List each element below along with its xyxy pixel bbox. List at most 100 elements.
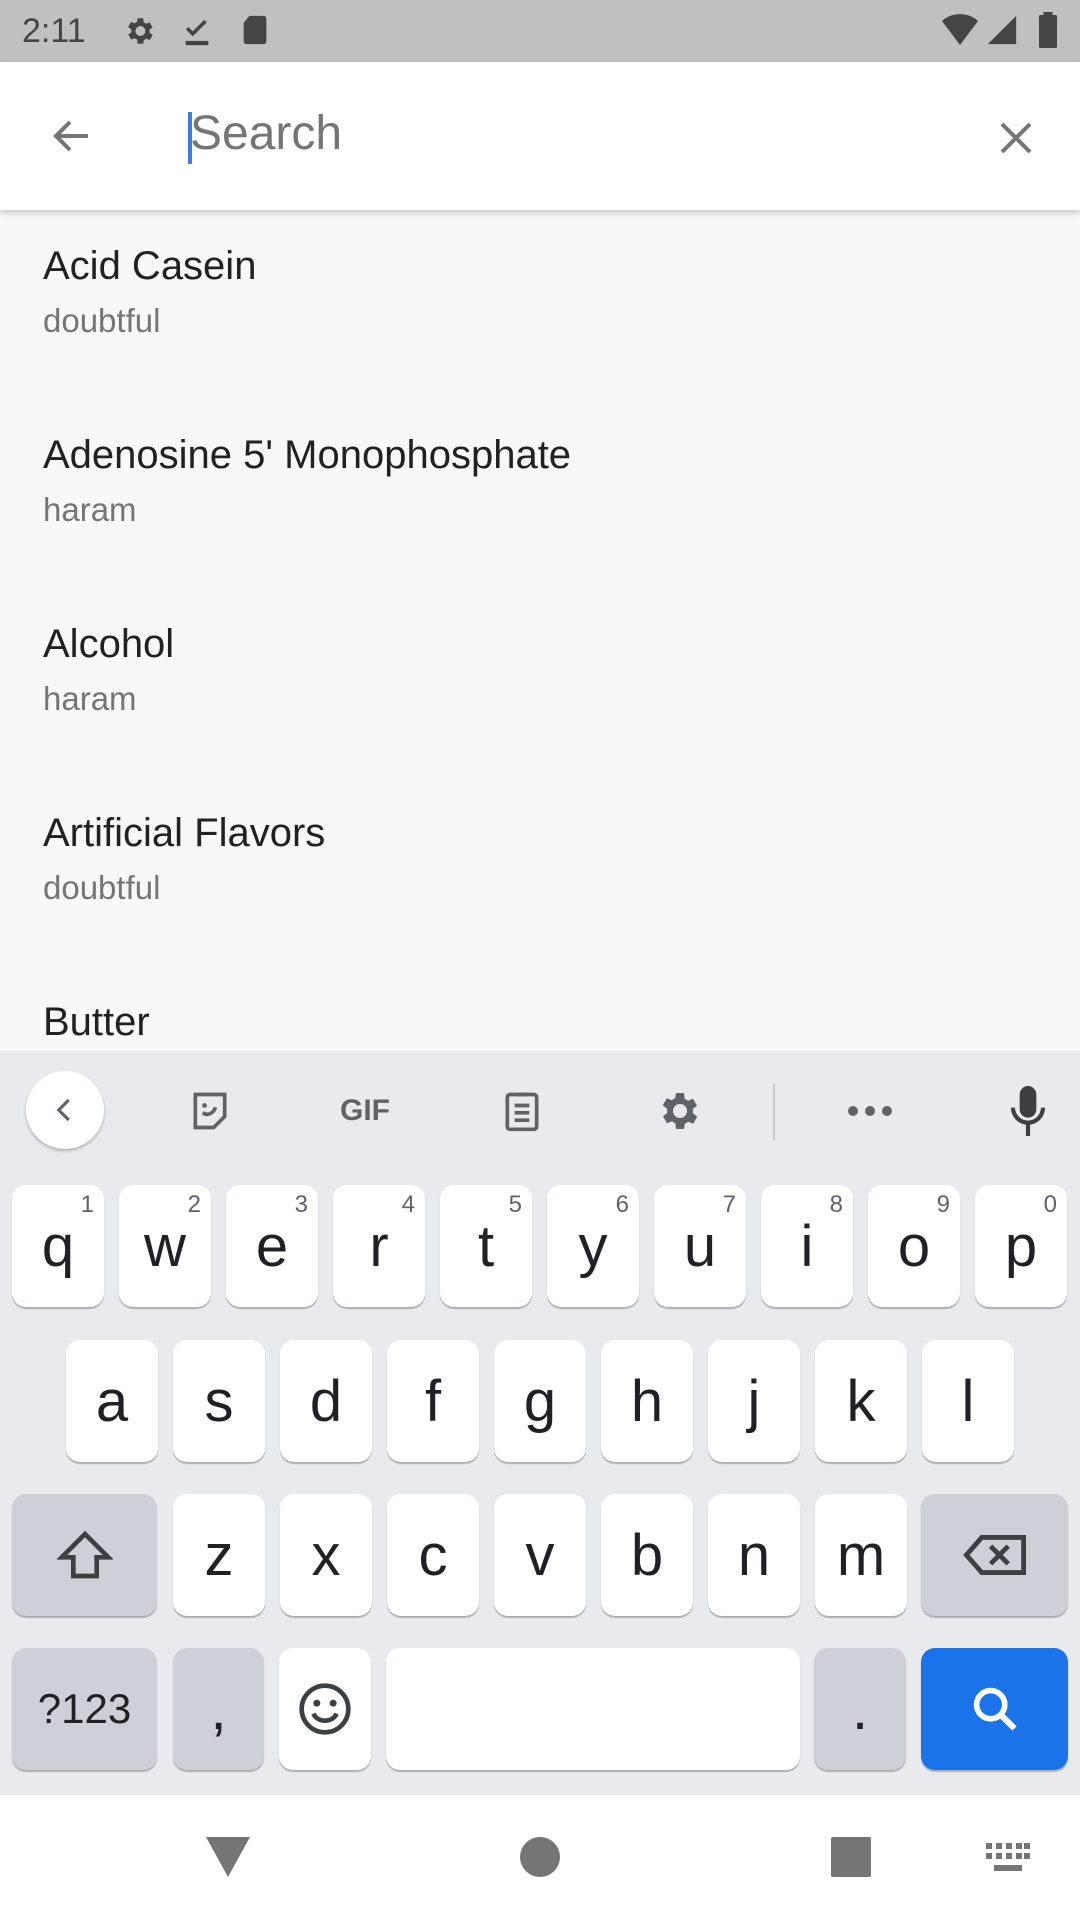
key-label: t	[477, 1213, 495, 1279]
shift-icon	[56, 1530, 113, 1579]
wifi-icon	[942, 14, 978, 46]
shift-key[interactable]	[12, 1494, 157, 1616]
key-e[interactable]: e3	[226, 1185, 318, 1307]
sticker-icon[interactable]	[180, 1081, 240, 1141]
key-label: l	[961, 1368, 975, 1434]
emoji-icon	[299, 1683, 351, 1735]
list-item[interactable]: Acid Casein doubtful	[0, 210, 1080, 399]
key-k[interactable]: k	[815, 1340, 907, 1462]
key-i[interactable]: i8	[761, 1185, 853, 1307]
key-w[interactable]: w2	[119, 1185, 211, 1307]
key-label: d	[309, 1368, 343, 1434]
item-title: Adenosine 5' Monophosphate	[43, 433, 572, 477]
key-o[interactable]: o9	[868, 1185, 960, 1307]
key-m[interactable]: m	[815, 1494, 907, 1616]
search-app-bar	[0, 62, 1080, 210]
keyboard: GIF q1w2e3r4t5y6u7i8o9p0asdfghjklzxcvbnm…	[0, 1051, 1080, 1795]
list-item[interactable]: Alcohol haram	[0, 588, 1080, 777]
key-label: x	[311, 1522, 341, 1588]
key-label: w	[144, 1213, 186, 1279]
key-label: n	[737, 1522, 771, 1588]
key-h[interactable]: h	[601, 1340, 693, 1462]
key-r[interactable]: r4	[333, 1185, 425, 1307]
gif-icon[interactable]: GIF	[330, 1081, 400, 1141]
key-g[interactable]: g	[494, 1340, 586, 1462]
key-p[interactable]: p0	[975, 1185, 1067, 1307]
search-input[interactable]	[190, 106, 950, 161]
settings-icon[interactable]	[648, 1081, 708, 1141]
sd-card-icon	[243, 15, 267, 45]
space-key[interactable]	[386, 1648, 800, 1770]
key-label: z	[204, 1522, 234, 1588]
key-y[interactable]: y6	[547, 1185, 639, 1307]
emoji-key[interactable]	[279, 1648, 371, 1770]
signal-icon	[987, 15, 1017, 45]
key-hint: 4	[401, 1191, 415, 1218]
item-title: Acid Casein	[43, 244, 257, 288]
key-label: c	[418, 1522, 448, 1588]
list-item[interactable]: Adenosine 5' Monophosphate haram	[0, 399, 1080, 588]
key-z[interactable]: z	[173, 1494, 265, 1616]
key-b[interactable]: b	[601, 1494, 693, 1616]
item-status: haram	[43, 680, 137, 717]
key-label: p	[1004, 1213, 1038, 1279]
key-label: u	[683, 1213, 717, 1279]
key-c[interactable]: c	[387, 1494, 479, 1616]
key-label: i	[800, 1213, 814, 1279]
key-label: r	[369, 1213, 389, 1279]
key-q[interactable]: q1	[12, 1185, 104, 1307]
arrow-left-icon[interactable]	[48, 112, 96, 160]
battery-icon	[1039, 12, 1057, 48]
key-s[interactable]: s	[173, 1340, 265, 1462]
key-hint: 8	[829, 1191, 843, 1218]
key-hint: 6	[615, 1191, 629, 1218]
close-icon[interactable]	[992, 114, 1040, 162]
key-u[interactable]: u7	[654, 1185, 746, 1307]
more-icon[interactable]	[840, 1081, 900, 1141]
comma-key[interactable]: ,	[173, 1648, 264, 1770]
keyboard-icon[interactable]	[986, 1843, 1030, 1873]
key-a[interactable]: a	[66, 1340, 158, 1462]
key-label: q	[41, 1213, 75, 1279]
key-hint: 5	[508, 1191, 522, 1218]
key-hint: 0	[1043, 1191, 1057, 1218]
home-circle-icon[interactable]	[520, 1837, 560, 1877]
key-l[interactable]: l	[922, 1340, 1014, 1462]
key-label: h	[630, 1368, 664, 1434]
period-key[interactable]: .	[814, 1648, 906, 1770]
mic-icon[interactable]	[1000, 1081, 1056, 1141]
symbols-key[interactable]: ?123	[12, 1648, 157, 1770]
key-hint: 9	[936, 1191, 950, 1218]
key-label: s	[204, 1368, 234, 1434]
list-item[interactable]: Artificial Flavors doubtful	[0, 777, 1080, 966]
key-j[interactable]: j	[708, 1340, 800, 1462]
key-f[interactable]: f	[387, 1340, 479, 1462]
key-label: o	[897, 1213, 931, 1279]
navigation-bar	[0, 1795, 1080, 1920]
clipboard-icon[interactable]	[492, 1081, 552, 1141]
search-key[interactable]	[921, 1648, 1068, 1770]
key-hint: 7	[722, 1191, 736, 1218]
backspace-icon	[962, 1534, 1026, 1576]
back-triangle-icon[interactable]	[206, 1837, 250, 1877]
key-label: e	[255, 1213, 289, 1279]
key-label: k	[846, 1368, 876, 1434]
key-x[interactable]: x	[280, 1494, 372, 1616]
key-label: j	[747, 1368, 761, 1434]
download-done-icon	[185, 19, 209, 46]
key-hint: 2	[187, 1191, 201, 1218]
chevron-left-icon[interactable]	[26, 1071, 104, 1149]
key-d[interactable]: d	[280, 1340, 372, 1462]
backspace-key[interactable]	[921, 1494, 1068, 1616]
key-label: b	[630, 1522, 664, 1588]
key-t[interactable]: t5	[440, 1185, 532, 1307]
item-status: doubtful	[43, 869, 161, 906]
key-v[interactable]: v	[494, 1494, 586, 1616]
item-status: haram	[43, 491, 137, 528]
key-hint: 1	[80, 1191, 94, 1218]
key-label: ,	[210, 1676, 227, 1742]
recents-square-icon[interactable]	[831, 1837, 871, 1877]
key-n[interactable]: n	[708, 1494, 800, 1616]
status-bar: 2:11	[0, 0, 1080, 62]
key-label: y	[578, 1213, 608, 1279]
